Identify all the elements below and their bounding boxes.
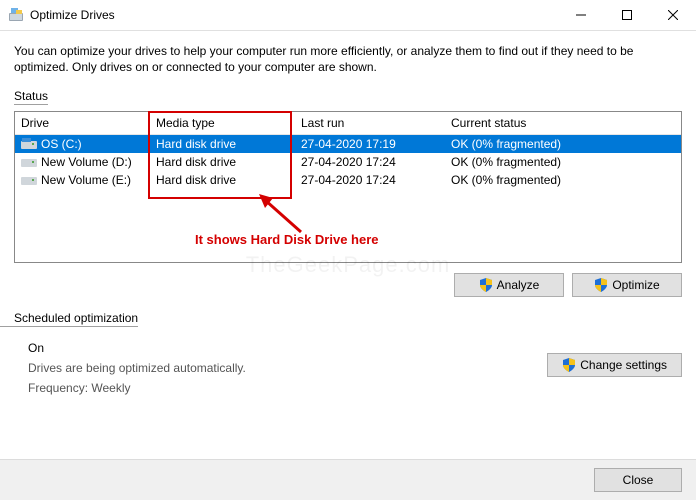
drive-icon	[21, 156, 37, 168]
drive-lastrun: 27-04-2020 17:24	[295, 173, 445, 187]
table-row[interactable]: New Volume (D:) Hard disk drive 27-04-20…	[15, 153, 681, 171]
analyze-button[interactable]: Analyze	[454, 273, 564, 297]
col-media[interactable]: Media type	[150, 116, 295, 130]
col-status[interactable]: Current status	[445, 116, 655, 130]
drive-icon	[21, 138, 37, 150]
scheduled-state: On	[28, 341, 533, 355]
shield-icon	[562, 358, 576, 372]
drive-media: Hard disk drive	[150, 173, 295, 187]
drive-status: OK (0% fragmented)	[445, 137, 655, 151]
drive-name: New Volume (D:)	[41, 155, 132, 169]
optimize-label: Optimize	[612, 278, 659, 292]
annotation-arrow-icon	[257, 194, 303, 234]
drive-name: New Volume (E:)	[41, 173, 131, 187]
window-title: Optimize Drives	[30, 8, 115, 22]
drive-lastrun: 27-04-2020 17:24	[295, 155, 445, 169]
optimize-button[interactable]: Optimize	[572, 273, 682, 297]
drives-table[interactable]: Drive Media type Last run Current status…	[14, 111, 682, 263]
description-text: You can optimize your drives to help you…	[14, 43, 682, 75]
drive-icon	[21, 174, 37, 186]
table-header: Drive Media type Last run Current status	[15, 112, 681, 135]
maximize-button[interactable]	[604, 0, 650, 30]
close-dialog-button[interactable]: Close	[594, 468, 682, 492]
drive-name: OS (C:)	[41, 137, 82, 151]
minimize-button[interactable]	[558, 0, 604, 30]
scheduled-label: Scheduled optimization	[0, 311, 138, 327]
shield-icon	[479, 278, 493, 292]
change-settings-label: Change settings	[580, 358, 667, 372]
drive-lastrun: 27-04-2020 17:19	[295, 137, 445, 151]
table-row[interactable]: OS (C:) Hard disk drive 27-04-2020 17:19…	[15, 135, 681, 153]
close-button[interactable]	[650, 0, 696, 30]
scheduled-line2: Frequency: Weekly	[28, 381, 533, 395]
footer: Close	[0, 459, 696, 500]
drive-media: Hard disk drive	[150, 137, 295, 151]
change-settings-button[interactable]: Change settings	[547, 353, 682, 377]
scheduled-line1: Drives are being optimized automatically…	[28, 361, 533, 375]
titlebar: Optimize Drives	[0, 0, 696, 31]
status-label: Status	[14, 89, 48, 105]
shield-icon	[594, 278, 608, 292]
drive-status: OK (0% fragmented)	[445, 173, 655, 187]
col-drive[interactable]: Drive	[15, 116, 150, 130]
annotation-text: It shows Hard Disk Drive here	[195, 232, 379, 247]
analyze-label: Analyze	[497, 278, 540, 292]
drive-media: Hard disk drive	[150, 155, 295, 169]
app-icon	[8, 7, 24, 23]
col-lastrun[interactable]: Last run	[295, 116, 445, 130]
drive-status: OK (0% fragmented)	[445, 155, 655, 169]
table-row[interactable]: New Volume (E:) Hard disk drive 27-04-20…	[15, 171, 681, 189]
close-label: Close	[623, 473, 654, 487]
